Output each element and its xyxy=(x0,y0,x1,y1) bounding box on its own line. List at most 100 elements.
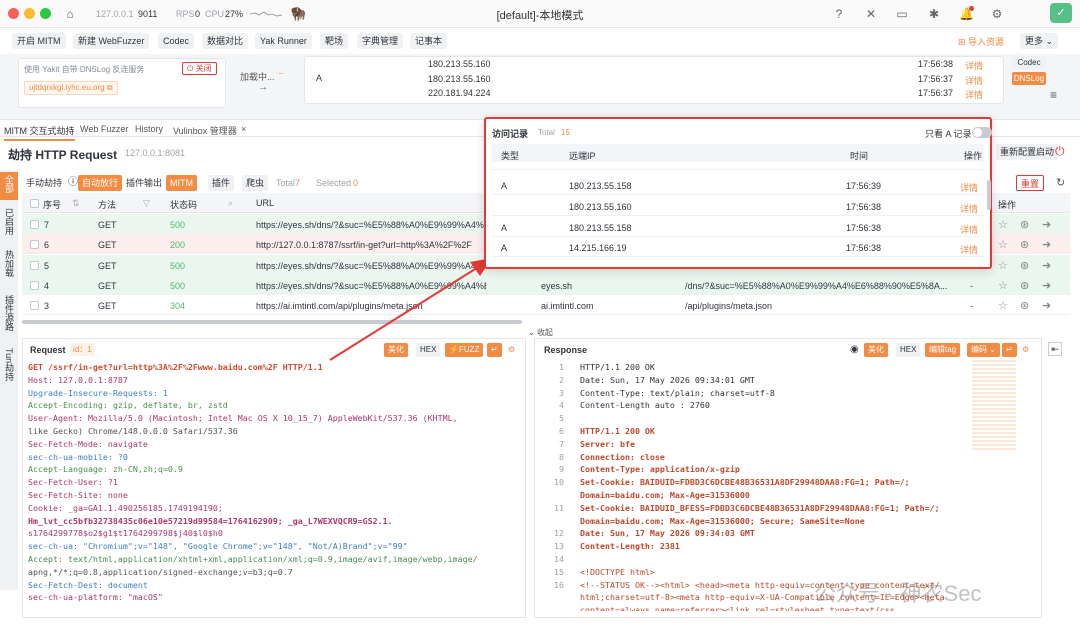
refresh-icon[interactable]: ↻ xyxy=(1052,175,1069,191)
plugin-output-label[interactable]: 插件输出 xyxy=(122,175,166,191)
col-action-header: 操作 xyxy=(998,200,1017,210)
popup-row-ip: 180.213.55.158 xyxy=(569,181,632,191)
popup-row-detail-link[interactable]: 详情 xyxy=(960,243,978,256)
total-count: 7 xyxy=(295,178,301,188)
star-icon[interactable]: ☆ xyxy=(998,218,1008,231)
collapse-toggle[interactable]: ⌄ 收起 xyxy=(528,327,553,338)
yak-runner-button[interactable]: Yak Runner xyxy=(255,33,312,49)
sidebar-item-hot-reload[interactable]: 热加载 xyxy=(2,250,16,277)
star-icon[interactable]: ☆ xyxy=(998,238,1008,251)
row-method: GET xyxy=(98,220,117,230)
row-checkbox[interactable] xyxy=(30,240,39,250)
reconfigure-restart-button[interactable]: 重新配置启动 xyxy=(996,144,1059,160)
sort-icon[interactable]: ⇅ xyxy=(72,198,80,209)
go-arrow-icon[interactable]: ➜ xyxy=(1042,279,1051,292)
sidebar-item-tun-hijack[interactable]: Tun劫持 xyxy=(2,348,16,381)
star-icon[interactable]: ☆ xyxy=(998,299,1008,312)
col-id-header[interactable]: 序号 xyxy=(43,198,61,211)
share-icon[interactable]: ⊛ xyxy=(1020,299,1029,312)
dnslog-close-button[interactable]: ⏻ 关闭 xyxy=(182,62,217,75)
row-url: https://eyes.sh/dns/?&suc=%E5%88%A0%E9%9… xyxy=(256,220,484,230)
tab-history[interactable]: History xyxy=(135,124,163,134)
dnslog-row-detail-link[interactable]: 详情 xyxy=(965,74,983,87)
collapse-icon: ⌄ xyxy=(528,328,537,337)
row-method: GET xyxy=(98,280,117,291)
terminal-icon[interactable]: ▭ xyxy=(895,7,909,21)
popup-row-detail-link[interactable]: 详情 xyxy=(960,223,978,236)
popup-row-detail-link[interactable]: 详情 xyxy=(960,181,978,194)
tab-vulinbox[interactable]: Vulinbox 管理器 xyxy=(173,124,237,137)
response-editor[interactable]: 1 HTTP/1.1 200 OK 2 Date: Sun, 17 May 2026 … xyxy=(540,361,970,611)
response-settings-icon[interactable]: ⚙ xyxy=(1018,343,1033,357)
sidebar-item-enabled[interactable]: 已启用 xyxy=(2,208,16,235)
popup-scrollbar[interactable] xyxy=(987,180,991,210)
dnslog-row-detail-link[interactable]: 详情 xyxy=(965,59,983,72)
codec-button[interactable]: Codec xyxy=(158,33,195,49)
power-off-icon[interactable]: ⏻ xyxy=(1055,144,1065,159)
shield-check-icon[interactable]: ✓ xyxy=(1050,3,1072,23)
filter-icon[interactable]: ▽ xyxy=(143,198,150,209)
popup-partial-row xyxy=(492,162,984,170)
chrome-icon[interactable]: ◉ xyxy=(846,343,863,357)
share-icon[interactable]: ⊛ xyxy=(1020,238,1029,251)
star-icon[interactable]: ☆ xyxy=(998,259,1008,272)
response-enter-icon[interactable]: ↵ xyxy=(1002,343,1017,357)
row-checkbox[interactable] xyxy=(30,220,39,229)
filter-mitm-button[interactable]: MITM xyxy=(166,175,197,191)
close-tab-icon[interactable]: × xyxy=(241,124,246,134)
star-icon[interactable]: ☆ xyxy=(998,279,1008,292)
request-editor[interactable]: GET /ssrf/in-get?url=http%3A%2F%2Fwww.ba… xyxy=(28,361,524,611)
new-webfuzzer-button[interactable]: 新建 WebFuzzer xyxy=(73,33,150,49)
sidebar-item-plugin-source[interactable]: 插件源路 xyxy=(2,295,16,331)
dictionary-manage-button[interactable]: 字典管理 xyxy=(357,33,404,49)
col-url-header[interactable]: URL xyxy=(256,198,274,208)
list-sort-icon[interactable]: ≡ xyxy=(1050,88,1057,102)
col-status-header[interactable]: 状态码 xyxy=(170,198,197,211)
tab-web-fuzzer[interactable]: Web Fuzzer xyxy=(80,124,128,134)
notebook-button[interactable]: 记事本 xyxy=(410,33,448,49)
data-compare-button[interactable]: 数据对比 xyxy=(202,33,249,49)
select-all-checkbox[interactable] xyxy=(30,199,39,208)
line-number: 4 xyxy=(559,400,564,411)
sidebar-item-all[interactable]: 全部 xyxy=(2,175,16,193)
more-menu-button[interactable]: 更多 ⌄ xyxy=(1020,33,1059,49)
bug-icon[interactable]: ✱ xyxy=(927,7,941,21)
encode-dropdown[interactable]: 编码 ⌄ xyxy=(967,343,1000,357)
filter-plugin-button[interactable]: 插件 xyxy=(208,175,235,191)
side-codec-button[interactable]: Codec xyxy=(1012,56,1046,69)
go-arrow-icon[interactable]: ➜ xyxy=(1042,299,1051,312)
reset-button[interactable]: 重置 xyxy=(1016,175,1045,191)
target-range-button[interactable]: 靶场 xyxy=(320,33,349,49)
tab-mitm[interactable]: MITM 交互式劫持 xyxy=(4,124,75,141)
dnslog-domain[interactable]: ujtdqrxkgl.iyhc.eu.org ⧉ xyxy=(24,81,118,95)
share-icon[interactable]: ⊛ xyxy=(1020,218,1029,231)
go-arrow-icon[interactable]: ➜ xyxy=(1042,259,1051,272)
side-dnslog-button[interactable]: DNSLog xyxy=(1012,72,1046,85)
search-icon[interactable]: ⌕ xyxy=(228,198,233,209)
row-checkbox[interactable] xyxy=(30,260,39,270)
go-arrow-icon[interactable]: ➜ xyxy=(1042,218,1051,231)
tools-icon[interactable]: ✕ xyxy=(864,7,878,21)
dnslog-row-detail-link[interactable]: 详情 xyxy=(965,88,983,101)
request-settings-icon[interactable]: ⚙ xyxy=(504,343,519,357)
import-resource-button[interactable]: ⊞ 导入资源 xyxy=(958,35,1004,48)
response-hex-button[interactable]: HEX xyxy=(896,343,921,357)
start-mitm-button[interactable]: 开启 MITM xyxy=(12,33,66,49)
response-text: Date: Sun, 17 May 2026 09:34:01 GMT xyxy=(580,374,755,385)
settings-gear-icon[interactable]: ⚙ xyxy=(990,7,1004,21)
help-icon[interactable]: ? xyxy=(832,7,846,21)
share-icon[interactable]: ⊛ xyxy=(1020,259,1029,272)
row-checkbox[interactable] xyxy=(30,301,39,311)
share-icon[interactable]: ⊛ xyxy=(1020,279,1029,292)
popup-row-detail-link[interactable]: 详情 xyxy=(960,202,978,215)
filter-crawler-button[interactable]: 爬虫 xyxy=(242,175,269,191)
response-beautify-button[interactable]: 美化 xyxy=(864,343,888,357)
edit-tag-button[interactable]: 编辑tag xyxy=(925,343,961,357)
expand-panel-icon[interactable]: ⇤ xyxy=(1048,342,1062,356)
row-checkbox[interactable] xyxy=(30,280,39,290)
col-method-header[interactable]: 方法 xyxy=(98,198,116,211)
only-a-records-toggle[interactable] xyxy=(972,127,992,138)
editor-minimap[interactable] xyxy=(972,360,1016,450)
go-arrow-icon[interactable]: ➜ xyxy=(1042,238,1051,251)
auto-release-button[interactable]: 自动放行 xyxy=(78,175,123,191)
